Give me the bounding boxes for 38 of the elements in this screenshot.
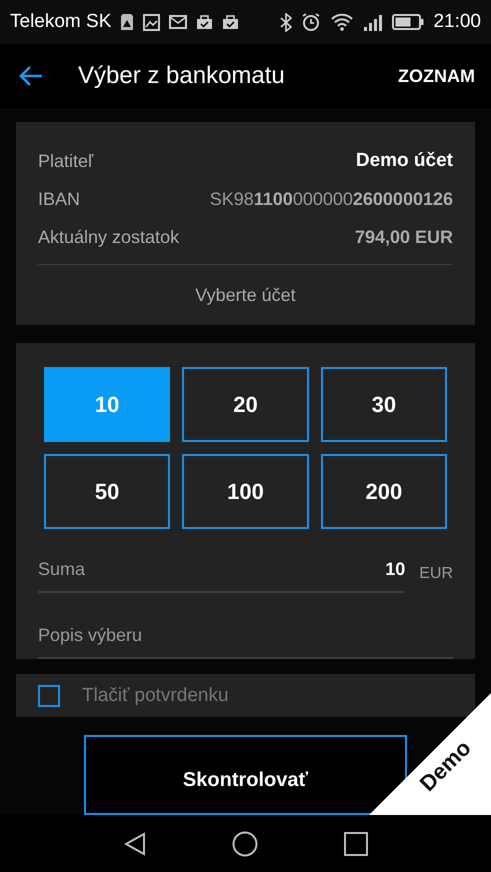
clock-time: 21:00 xyxy=(433,11,481,33)
currency-label: EUR xyxy=(419,565,453,584)
amount-option[interactable]: 100 xyxy=(182,454,309,529)
field-label: IBAN xyxy=(38,188,80,210)
sim-alert-icon xyxy=(120,13,134,31)
field-label: Platiteľ xyxy=(38,150,94,172)
screen-title: Výber z bankomatu xyxy=(78,62,286,90)
briefcase-check-icon xyxy=(196,14,214,30)
check-button[interactable]: Skontrolovať xyxy=(84,735,407,815)
amount-option[interactable]: 20 xyxy=(182,367,309,442)
home-icon[interactable] xyxy=(232,830,258,856)
amount-option[interactable]: 200 xyxy=(320,454,447,529)
checkbox-label: Tlačiť potvrdenku xyxy=(82,684,229,706)
image-icon xyxy=(143,14,160,30)
back-icon[interactable] xyxy=(124,832,146,856)
amount-option[interactable]: 30 xyxy=(320,367,447,442)
list-button[interactable]: ZOZNAM xyxy=(394,62,479,90)
amount-value: 10 xyxy=(385,558,406,580)
amount-option[interactable]: 50 xyxy=(44,454,170,529)
checkbox[interactable] xyxy=(38,684,60,706)
bluetooth-icon xyxy=(280,12,292,32)
signal-icon xyxy=(363,14,384,30)
account-name: Demo účet xyxy=(356,150,453,172)
field-label: Suma xyxy=(38,558,86,580)
carrier-name: Telekom SK xyxy=(10,11,112,33)
description-field[interactable]: Popis výberu xyxy=(38,613,453,659)
mail-icon xyxy=(169,15,188,29)
balance-amount: 794,00 EUR xyxy=(354,226,453,248)
iban-number: SK9811000000002600000126 xyxy=(210,188,453,210)
briefcase-check-icon xyxy=(222,14,240,30)
recent-apps-icon[interactable] xyxy=(344,832,368,856)
field-label: Aktuálny zostatok xyxy=(38,226,180,248)
battery-icon xyxy=(392,14,424,30)
amount-field[interactable]: Suma 10 xyxy=(38,547,406,593)
alarm-icon xyxy=(301,12,322,32)
select-account-button[interactable]: Vyberte účet xyxy=(38,265,453,325)
wifi-icon xyxy=(330,13,354,31)
back-arrow-icon[interactable] xyxy=(18,65,44,87)
